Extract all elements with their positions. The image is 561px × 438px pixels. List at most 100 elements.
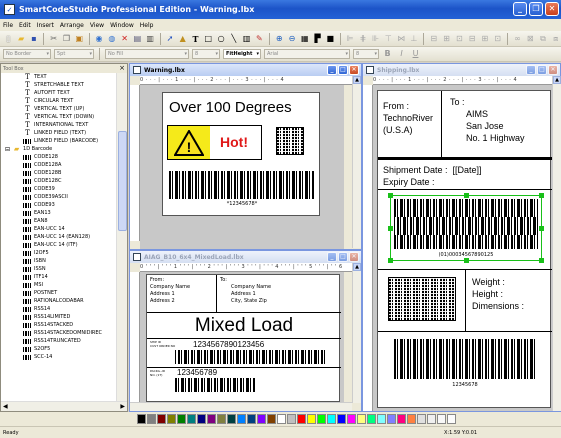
database-icon[interactable]: ◉ [94,33,105,44]
palette-swatch[interactable] [397,414,406,424]
shipment-date-line[interactable]: Shipment Date : [[Date]] [383,165,482,175]
aiag-window-titlebar[interactable]: AIAG_B10_6x4_MixedLoad.lbx _ □ ✕ [130,251,361,263]
maximize-button[interactable]: ❐ [529,2,543,16]
toolbox-item[interactable]: EAN-UCC 14 [1,225,117,233]
expiry-date-line[interactable]: Expiry Date : [383,177,435,187]
toolbox-item[interactable]: RSS14TRUNCATED [1,337,117,345]
toolbox-item[interactable]: EAN13 [1,209,117,217]
font-size-select[interactable]: 8 ▾ [353,49,379,59]
warning-window-titlebar[interactable]: Warning.lbx _ □ ✕ [130,64,361,76]
layout-icon[interactable]: ▛ [312,33,323,44]
save-icon[interactable]: ▪ [29,33,40,44]
palette-swatch[interactable] [217,414,226,424]
palette-swatch[interactable] [407,414,416,424]
shipping-minimize-button[interactable]: _ [526,65,536,75]
toolbox-item[interactable]: T VERTICAL TEXT (DOWN) [1,113,117,121]
palette-swatch[interactable] [137,414,146,424]
shipping-linear-barcode[interactable] [394,339,536,379]
toolbox-item[interactable]: CODE39ASCII [1,193,117,201]
align-middle-icon[interactable]: ⋈ [396,33,407,44]
send-back-icon[interactable]: ⧈ [550,33,561,44]
palette-swatch[interactable] [417,414,426,424]
pdf417-barcode[interactable] [388,277,456,321]
toolbox-item[interactable]: CODE128A [1,161,117,169]
toolbox-item[interactable]: ISBN [1,257,117,265]
align-right-icon[interactable]: ⊪ [370,33,381,44]
toolbox-item[interactable]: ⊟ ▰ 1D Barcode [1,145,117,153]
toolbox-item[interactable]: CODE93 [1,201,117,209]
palette-swatch[interactable] [227,414,236,424]
scroll-up-icon[interactable]: ▲ [353,263,361,271]
palette-swatch[interactable] [367,414,376,424]
warning-vertical-scrollbar[interactable]: ▲ [352,76,361,248]
toolbox-item[interactable]: S2OF5 [1,345,117,353]
palette-swatch[interactable] [297,414,306,424]
weight-label[interactable]: Weight : [472,277,505,287]
ellipse-tool-icon[interactable]: ○ [216,33,227,44]
palette-swatch[interactable] [307,414,316,424]
palette-swatch[interactable] [207,414,216,424]
resize-handle[interactable] [539,258,544,263]
aiag-vertical-scrollbar[interactable]: ▲ [352,263,361,403]
resize-handle[interactable] [539,193,544,198]
palette-swatch[interactable] [447,414,456,424]
toolbox-item[interactable]: CODE128C [1,177,117,185]
scroll-left-icon[interactable]: ◀ [3,403,8,410]
close-button[interactable]: ✕ [545,2,559,16]
fill-select[interactable]: No Fill ▾ [105,49,189,59]
lock-icon[interactable]: ▲ [177,33,188,44]
new-file-icon[interactable]: ▯ [3,33,14,44]
toolbox-item[interactable]: ISSN [1,265,117,273]
resize-handle[interactable] [539,226,544,231]
toolbox-close-icon[interactable]: × [119,64,125,73]
italic-icon[interactable]: I [396,49,407,60]
toolbox-item[interactable]: CODE39 [1,185,117,193]
pointer-icon[interactable]: ➚ [165,33,176,44]
palette-swatch[interactable] [277,414,286,424]
palette-swatch[interactable] [317,414,326,424]
height-label[interactable]: Height : [472,289,503,299]
warning-heading[interactable]: Over 100 Degrees [169,99,292,116]
toolbox-item[interactable]: CODE128B [1,169,117,177]
open-folder-icon[interactable]: ▰ [16,33,27,44]
aiag-minimize-button[interactable]: _ [327,252,337,262]
shipping-label[interactable]: From : TechnoRiver (U.S.A) To : AIMS San… [377,90,552,408]
collapse-icon[interactable]: ⊟ [5,146,10,153]
toolbox-item[interactable]: EAN-UCC 14 (ITF) [1,241,117,249]
toolbox-item[interactable]: T LINKED FIELD (TEXT) [1,129,117,137]
minimize-button[interactable]: _ [513,2,527,16]
palette-swatch[interactable] [247,414,256,424]
menu-file[interactable]: File [3,22,13,29]
shipping-vertical-scrollbar[interactable]: ▲ [552,76,561,411]
rectangle-tool-icon[interactable]: □ [203,33,214,44]
bold-icon[interactable]: B [382,49,393,60]
palette-swatch[interactable] [187,414,196,424]
toolbox-item[interactable]: RSS14STACKEDOMNIDIREC [1,329,117,337]
warning-minimize-button[interactable]: _ [327,65,337,75]
rss-barcode-selection[interactable]: (01)00034567890125 [388,193,544,265]
palette-swatch[interactable] [237,414,246,424]
toolbox-item[interactable]: ITF14 [1,273,117,281]
aiag-bottom-barcode[interactable] [175,378,255,392]
aiag-maximize-button[interactable]: □ [338,252,348,262]
warning-close-button[interactable]: ✕ [349,65,359,75]
space-vertical-icon[interactable]: ⊞ [479,33,490,44]
resize-handle[interactable] [464,258,469,263]
palette-swatch[interactable] [427,414,436,424]
toolbox-item[interactable]: T AUTOFIT TEXT [1,89,117,97]
toolbox-horizontal-scrollbar[interactable]: ◀ ▶ [1,401,127,411]
shipping-window-titlebar[interactable]: Shipping.lbx _ □ ✕ [363,64,560,76]
underline-icon[interactable]: U [410,49,421,60]
palette-swatch[interactable] [287,414,296,424]
palette-swatch[interactable] [167,414,176,424]
center-page-icon[interactable]: ⊡ [492,33,503,44]
align-left-icon[interactable]: ⊫ [345,33,356,44]
warning-label[interactable]: Over 100 Degrees ! Hot! *12345678* [162,92,320,216]
scroll-right-icon[interactable]: ▶ [120,403,125,410]
size-select[interactable]: 8 ▾ [192,49,220,59]
warning-maximize-button[interactable]: □ [338,65,348,75]
text-tool-icon[interactable]: T [190,33,201,44]
toolbox-item[interactable]: RSS14LIMITED [1,313,117,321]
toolbox-item[interactable]: T TEXT [1,73,117,81]
same-height-icon[interactable]: ⊞ [441,33,452,44]
